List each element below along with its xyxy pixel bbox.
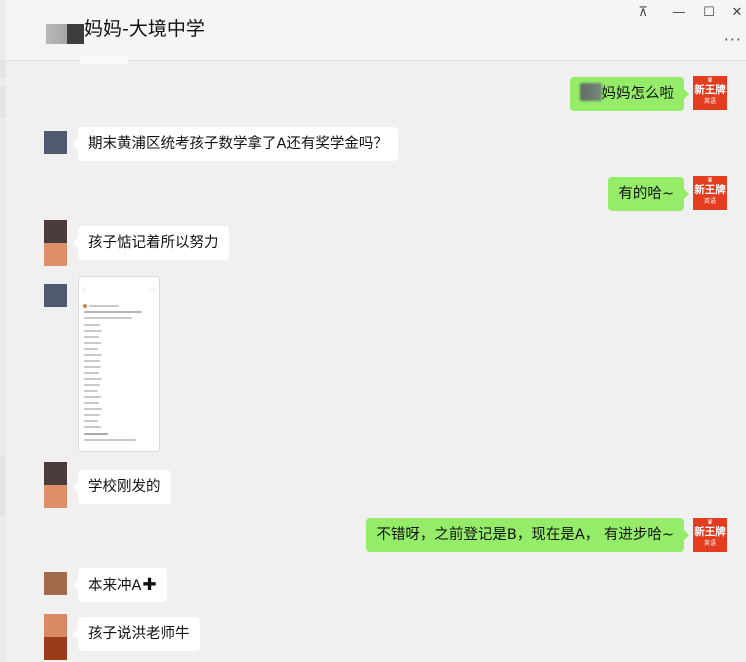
brand-label: 新王牌 bbox=[694, 84, 726, 96]
sender-avatar[interactable] bbox=[44, 614, 67, 662]
message-bubble-outgoing[interactable]: 不错呀，之前登记是B，现在是A， 有进步哈~ bbox=[366, 518, 689, 552]
phone-status-bar: · · bbox=[84, 280, 154, 285]
contact-avatar[interactable] bbox=[46, 24, 84, 44]
message-text: 有的哈~ bbox=[618, 186, 674, 202]
phone-nav-bar: ‹ ··· bbox=[83, 287, 155, 292]
maximize-button[interactable]: ☐ bbox=[700, 3, 718, 21]
self-avatar[interactable]: ♛ 新王牌 英语 bbox=[693, 518, 727, 552]
message-bubble-incoming[interactable]: 孩子说洪老师牛 bbox=[73, 617, 200, 651]
sender-avatar[interactable] bbox=[44, 462, 67, 508]
self-avatar[interactable]: ♛ 新王牌 英语 bbox=[693, 76, 727, 110]
left-edge-segment bbox=[0, 456, 6, 516]
message-text: 孩子惦记着所以努力 bbox=[88, 235, 219, 251]
message-text: 期末黄浦区统考孩子数学拿了A还有奖学金吗？ bbox=[88, 136, 388, 152]
brand-sub-label: 英语 bbox=[703, 198, 716, 205]
chat-title[interactable]: 妈妈-大境中学 bbox=[84, 14, 205, 41]
image-message[interactable]: · · ‹ ··· bbox=[78, 276, 160, 452]
left-edge-segment bbox=[0, 86, 6, 118]
sender-avatar[interactable] bbox=[44, 131, 67, 154]
sender-dot bbox=[83, 304, 87, 308]
message-bubble-incoming[interactable]: 期末黄浦区统考孩子数学拿了A还有奖学金吗？ bbox=[73, 127, 398, 161]
crown-icon: ♛ bbox=[706, 76, 714, 84]
close-button[interactable]: ✕ bbox=[728, 3, 746, 21]
message-bubble-incoming[interactable]: 孩子惦记着所以努力 bbox=[73, 226, 229, 260]
sender-avatar[interactable] bbox=[44, 572, 67, 595]
brand-label: 新王牌 bbox=[694, 526, 726, 538]
message-text: 学校刚发的 bbox=[88, 479, 161, 495]
self-avatar[interactable]: ♛ 新王牌 英语 bbox=[693, 176, 727, 210]
left-edge-segment bbox=[0, 60, 6, 78]
blurred-name bbox=[579, 83, 602, 101]
left-edge-strip bbox=[0, 0, 6, 662]
move-cursor-icon: ✚ bbox=[142, 575, 157, 595]
pin-icon[interactable]: ⊼ bbox=[634, 3, 652, 21]
message-bubble-outgoing[interactable]: 有的哈~ bbox=[608, 177, 689, 211]
minimize-button[interactable]: — bbox=[670, 3, 688, 21]
message-text: 妈妈怎么啦 bbox=[601, 86, 675, 102]
message-text: 孩子说洪老师牛 bbox=[88, 626, 190, 642]
sender-avatar[interactable] bbox=[44, 220, 67, 266]
message-text: 不错呀，之前登记是B，现在是A， 有进步哈~ bbox=[376, 527, 674, 543]
message-bubble-incoming[interactable]: 学校刚发的 bbox=[73, 470, 171, 504]
message-bubble-incoming[interactable]: 本来冲A✚ bbox=[73, 568, 167, 602]
brand-sub-label: 英语 bbox=[703, 98, 716, 105]
message-text: 本来冲A bbox=[88, 578, 142, 594]
brand-sub-label: 英语 bbox=[703, 540, 716, 547]
brand-label: 新王牌 bbox=[694, 184, 726, 196]
crown-icon: ♛ bbox=[706, 518, 714, 526]
sender-avatar[interactable] bbox=[44, 284, 67, 307]
more-options-icon[interactable]: ··· bbox=[724, 30, 742, 49]
message-bubble-outgoing[interactable]: 妈妈怎么啦 bbox=[569, 77, 689, 111]
chat-header: 妈妈-大境中学 ⊼ — ☐ ✕ ··· bbox=[6, 0, 746, 61]
divider bbox=[80, 56, 128, 64]
crown-icon: ♛ bbox=[706, 176, 714, 184]
